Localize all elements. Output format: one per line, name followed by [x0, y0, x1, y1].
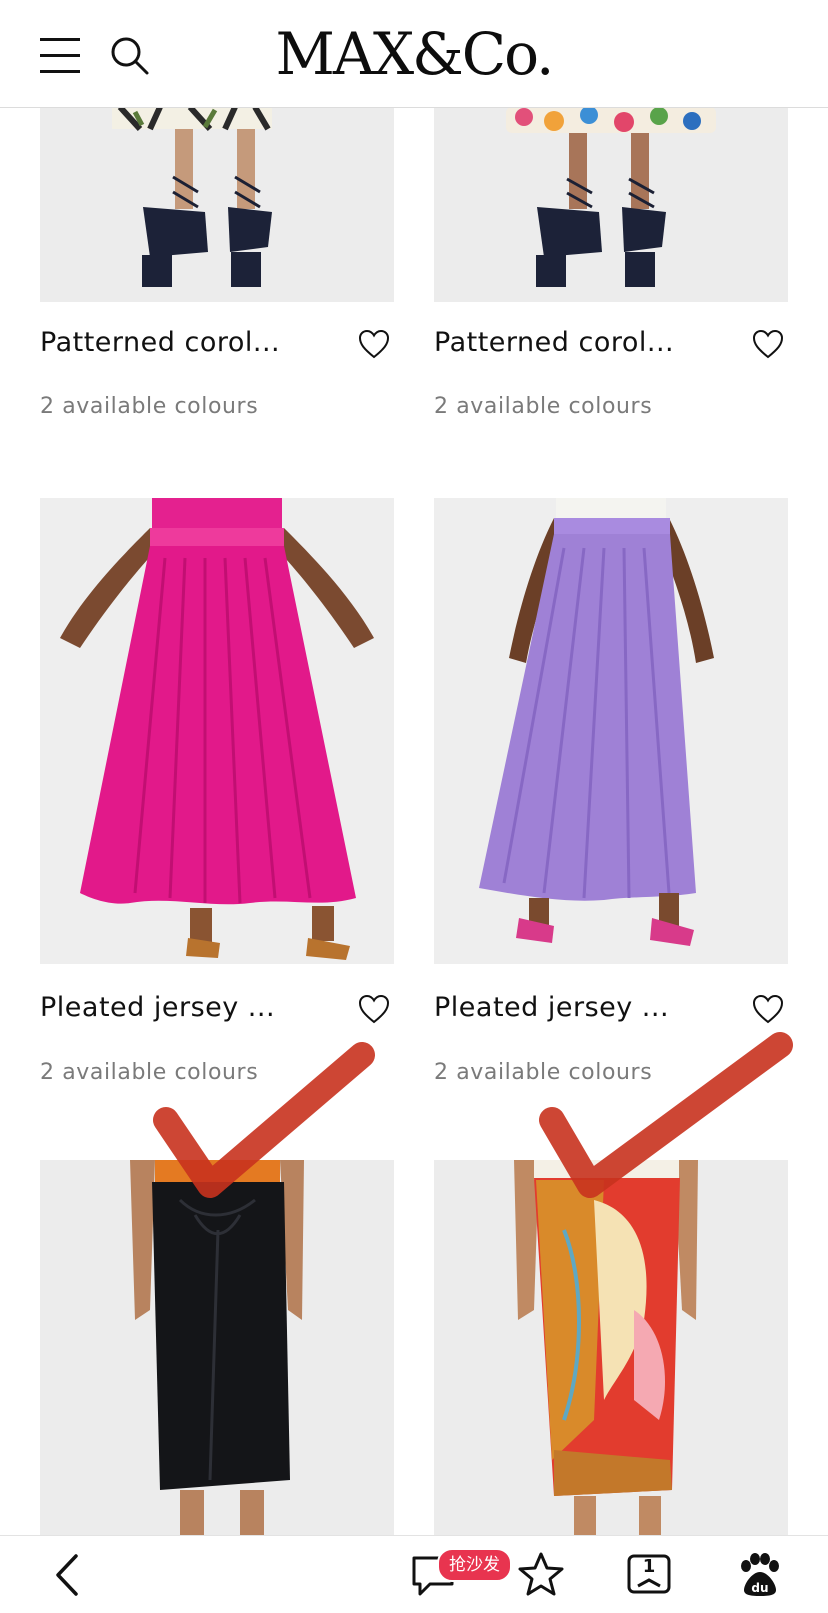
product-grid: Patterned corol... 2 available colours P… [0, 0, 828, 1535]
tab-count: 1 [642, 1556, 656, 1577]
product-card[interactable]: Patterned corol... 2 available colours [40, 107, 394, 437]
product-card[interactable]: Pleated jersey ... 2 available colours [40, 498, 394, 1088]
product-image[interactable] [434, 107, 788, 302]
product-card[interactable] [434, 1160, 788, 1535]
product-name[interactable]: Pleated jersey ... [434, 992, 669, 1023]
heart-icon[interactable] [752, 994, 784, 1024]
product-name[interactable]: Patterned corol... [40, 327, 280, 358]
heart-icon[interactable] [358, 329, 390, 359]
product-image[interactable] [434, 1160, 788, 1535]
heart-icon[interactable] [358, 994, 390, 1024]
available-colours: 2 available colours [434, 1060, 653, 1085]
product-image[interactable] [40, 107, 394, 302]
site-header: MAX&Co. [0, 0, 828, 108]
product-image[interactable] [40, 1160, 394, 1535]
svg-text:du: du [751, 1581, 768, 1595]
available-colours: 2 available colours [40, 1060, 259, 1085]
product-image[interactable] [40, 498, 394, 964]
product-name[interactable]: Patterned corol... [434, 327, 674, 358]
browser-toolbar: du [0, 1535, 828, 1613]
available-colours: 2 available colours [434, 394, 653, 419]
brand-logo[interactable]: MAX&Co. [0, 20, 828, 88]
product-card[interactable]: Pleated jersey ... 2 available colours [434, 498, 788, 1088]
product-card[interactable]: Patterned corol... 2 available colours [434, 107, 788, 437]
baidu-icon[interactable]: du [734, 1550, 784, 1600]
product-card[interactable] [40, 1160, 394, 1535]
back-icon[interactable] [44, 1550, 94, 1600]
available-colours: 2 available colours [40, 394, 259, 419]
product-image[interactable] [434, 498, 788, 964]
star-icon[interactable] [516, 1550, 566, 1600]
comment-badge[interactable]: 抢沙发 [437, 1548, 512, 1582]
heart-icon[interactable] [752, 329, 784, 359]
product-name[interactable]: Pleated jersey ... [40, 992, 275, 1023]
